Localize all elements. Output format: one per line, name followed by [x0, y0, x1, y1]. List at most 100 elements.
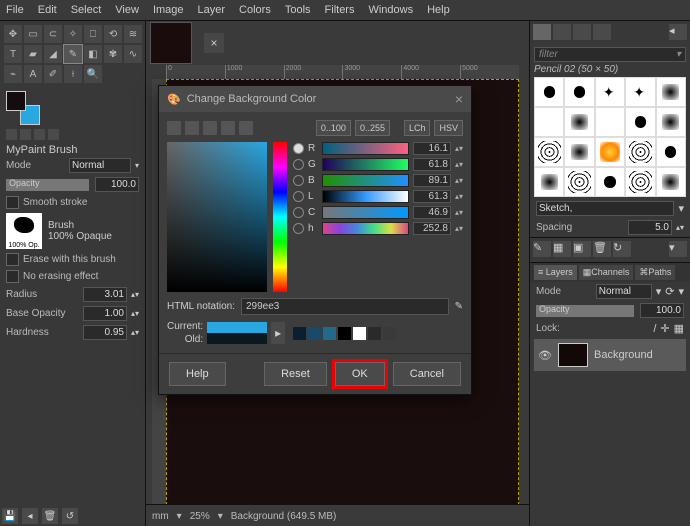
history-swatch-2[interactable]: [323, 327, 336, 340]
history-tab-icon[interactable]: [593, 24, 611, 40]
channel-radio-B[interactable]: [293, 175, 304, 186]
baseop-value[interactable]: 1.00: [83, 306, 127, 321]
fg-color[interactable]: [6, 91, 26, 111]
html-notation-input[interactable]: 299ee3: [241, 298, 449, 315]
tab-layers[interactable]: ≡ Layers: [534, 265, 577, 280]
lch-button[interactable]: LCh: [404, 120, 431, 136]
ok-button[interactable]: OK: [335, 362, 385, 386]
cancel-button[interactable]: Cancel: [393, 362, 461, 386]
menu-colors[interactable]: Colors: [239, 4, 271, 16]
picker-tab-2[interactable]: [185, 121, 199, 135]
menu-windows[interactable]: Windows: [368, 4, 413, 16]
channel-radio-G[interactable]: [293, 159, 304, 170]
hardness-value[interactable]: 0.95: [83, 325, 127, 340]
tool-bucket[interactable]: ▰: [24, 45, 42, 63]
eyedropper-icon[interactable]: ✎: [455, 301, 463, 312]
tool-text[interactable]: T: [4, 45, 22, 63]
mode-select[interactable]: Normal: [69, 158, 131, 173]
channel-slider-B[interactable]: [322, 174, 409, 187]
range-255-button[interactable]: 0..255: [355, 120, 390, 136]
hue-slider[interactable]: [273, 142, 287, 292]
history-swatch-4[interactable]: [353, 327, 366, 340]
image-tab[interactable]: [150, 22, 192, 64]
layer-name[interactable]: Background: [594, 349, 653, 361]
channel-radio-R[interactable]: [293, 143, 304, 154]
layer-mode-select[interactable]: Normal: [596, 284, 652, 299]
left-del-icon[interactable]: 🗑: [42, 508, 58, 524]
radius-value[interactable]: 3.01: [83, 287, 127, 302]
history-swatch-1[interactable]: [308, 327, 321, 340]
left-reset-icon[interactable]: ↺: [62, 508, 78, 524]
brush-menu-icon[interactable]: ▾: [669, 241, 687, 257]
lock-pos-icon[interactable]: ✛: [660, 322, 669, 335]
tool-mypaint[interactable]: ✎: [64, 45, 82, 63]
channel-slider-C[interactable]: [322, 206, 409, 219]
picker-tab-3[interactable]: [203, 121, 217, 135]
tool-warp[interactable]: ≋: [124, 25, 142, 43]
status-unit[interactable]: mm: [152, 511, 169, 522]
channel-value-h[interactable]: 252.8: [413, 222, 451, 235]
picker-tab-4[interactable]: [221, 121, 235, 135]
tab-device[interactable]: [20, 129, 31, 140]
menu-select[interactable]: Select: [71, 4, 102, 16]
menu-tools[interactable]: Tools: [285, 4, 311, 16]
tool-rotate[interactable]: ⟲: [104, 25, 122, 43]
smooth-stroke-checkbox[interactable]: [6, 196, 19, 209]
brush-edit-icon[interactable]: ✎: [533, 241, 551, 257]
brush-gallery[interactable]: [534, 77, 686, 197]
channel-radio-L[interactable]: [293, 191, 304, 202]
brush-dup-icon[interactable]: ▣: [573, 241, 591, 257]
visibility-icon[interactable]: 👁: [538, 349, 552, 362]
tab-menu-icon[interactable]: ◂: [669, 24, 687, 40]
history-swatch-3[interactable]: [338, 327, 351, 340]
fonts-tab-icon[interactable]: [573, 24, 591, 40]
layer-opacity-value[interactable]: 100.0: [640, 303, 684, 318]
channel-slider-G[interactable]: [322, 158, 409, 171]
channel-spin-L[interactable]: ▴▾: [455, 192, 463, 201]
brush-del-icon[interactable]: 🗑: [593, 241, 611, 257]
tool-select-rect[interactable]: ▭: [24, 25, 42, 43]
tool-text2[interactable]: A: [24, 65, 42, 83]
channel-value-B[interactable]: 89.1: [413, 174, 451, 187]
tool-measure[interactable]: ⟊: [64, 65, 82, 83]
color-swatches[interactable]: [6, 91, 40, 125]
range-100-button[interactable]: 0..100: [316, 120, 351, 136]
close-tab-icon[interactable]: ×: [204, 33, 224, 53]
channel-value-L[interactable]: 61.3: [413, 190, 451, 203]
brush-refresh-icon[interactable]: ↻: [613, 241, 631, 257]
channel-value-R[interactable]: 16.1: [413, 142, 451, 155]
erase-checkbox[interactable]: [6, 253, 19, 266]
tab-images[interactable]: [34, 129, 45, 140]
hsv-button[interactable]: HSV: [434, 120, 463, 136]
channel-value-G[interactable]: 61.8: [413, 158, 451, 171]
channel-slider-L[interactable]: [322, 190, 409, 203]
channel-slider-R[interactable]: [322, 142, 409, 155]
tool-eraser[interactable]: ◧: [84, 45, 102, 63]
history-swatch-6[interactable]: [383, 327, 396, 340]
dialog-titlebar[interactable]: 🎨 Change Background Color ×: [159, 86, 471, 112]
status-zoom[interactable]: 25%: [190, 511, 210, 522]
channel-radio-h[interactable]: [293, 223, 304, 234]
noerase-checkbox[interactable]: [6, 270, 19, 283]
menu-file[interactable]: File: [6, 4, 24, 16]
layer-row[interactable]: 👁 Background: [534, 339, 686, 371]
tool-gradient[interactable]: ◢: [44, 45, 62, 63]
tab-paths[interactable]: ⌘Paths: [635, 265, 675, 280]
channel-spin-B[interactable]: ▴▾: [455, 176, 463, 185]
tool-path[interactable]: ⌁: [4, 65, 22, 83]
color-field[interactable]: [167, 142, 267, 292]
tool-smudge[interactable]: ∿: [124, 45, 142, 63]
tool-lasso[interactable]: ⊂: [44, 25, 62, 43]
tool-zoom[interactable]: 🔍: [84, 65, 102, 83]
history-swatch-0[interactable]: [293, 327, 306, 340]
menu-filters[interactable]: Filters: [325, 4, 355, 16]
channel-spin-C[interactable]: ▴▾: [455, 208, 463, 217]
picker-tab-1[interactable]: [167, 121, 181, 135]
menu-edit[interactable]: Edit: [38, 4, 57, 16]
channel-spin-G[interactable]: ▴▾: [455, 160, 463, 169]
preset-select[interactable]: Sketch,: [536, 201, 674, 216]
channel-value-C[interactable]: 46.9: [413, 206, 451, 219]
brush-preview[interactable]: 100% Op.: [6, 213, 42, 249]
left-arrow-icon[interactable]: ◂: [22, 508, 38, 524]
menu-view[interactable]: View: [115, 4, 139, 16]
